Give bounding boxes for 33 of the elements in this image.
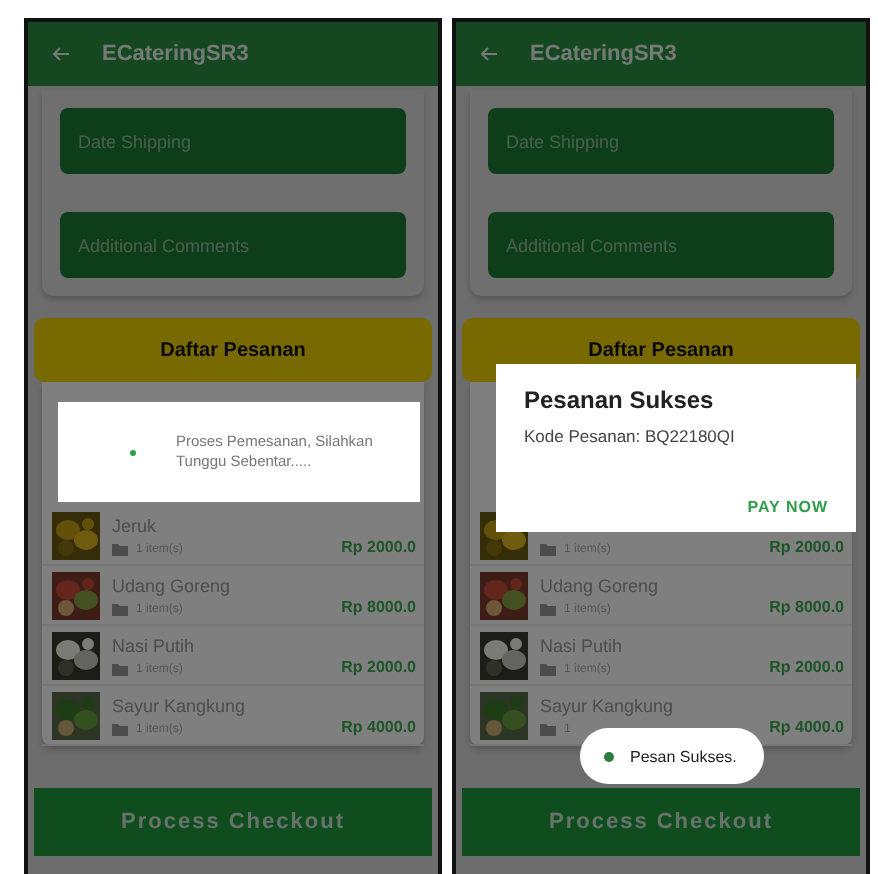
- app-title: ECateringSR3: [530, 42, 677, 66]
- dialog-title: Pesanan Sukses: [524, 386, 714, 414]
- text-field[interactable]: Date Shipping: [488, 108, 834, 174]
- item-price: Rp 4000.0: [341, 718, 416, 736]
- folder-icon: [540, 543, 556, 555]
- text-field[interactable]: Additional Comments: [60, 212, 406, 278]
- item-price: Rp 8000.0: [341, 598, 416, 616]
- back-arrow-icon[interactable]: [480, 46, 498, 62]
- item-price: Rp 2000.0: [341, 658, 416, 676]
- back-arrow-icon[interactable]: [52, 46, 70, 62]
- item-price: Rp 8000.0: [769, 598, 844, 616]
- spinner-icon: [130, 449, 136, 455]
- folder-icon: [540, 723, 556, 735]
- folder-icon: [112, 543, 128, 555]
- toast-message: Pesan Sukses.: [630, 747, 737, 765]
- folder-icon: [540, 663, 556, 675]
- text-field[interactable]: Additional Comments: [488, 212, 834, 278]
- app-icon: [604, 751, 614, 761]
- text-field[interactable]: Date Shipping: [60, 108, 406, 174]
- section-header: Daftar Pesanan: [34, 318, 432, 382]
- folder-icon: [112, 603, 128, 615]
- item-price: Rp 2000.0: [769, 658, 844, 676]
- item-price: Rp 4000.0: [769, 718, 844, 736]
- folder-icon: [540, 603, 556, 615]
- dialog-message: Kode Pesanan: BQ22180QI: [524, 426, 735, 446]
- checkout-button[interactable]: Process Checkout: [34, 788, 432, 856]
- checkout-button[interactable]: Process Checkout: [462, 788, 860, 856]
- folder-icon: [112, 663, 128, 675]
- item-price: Rp 2000.0: [769, 538, 844, 556]
- folder-icon: [112, 723, 128, 735]
- item-price: Rp 2000.0: [341, 538, 416, 556]
- app-title: ECateringSR3: [102, 42, 249, 66]
- pay-now-button[interactable]: PAY NOW: [747, 498, 828, 516]
